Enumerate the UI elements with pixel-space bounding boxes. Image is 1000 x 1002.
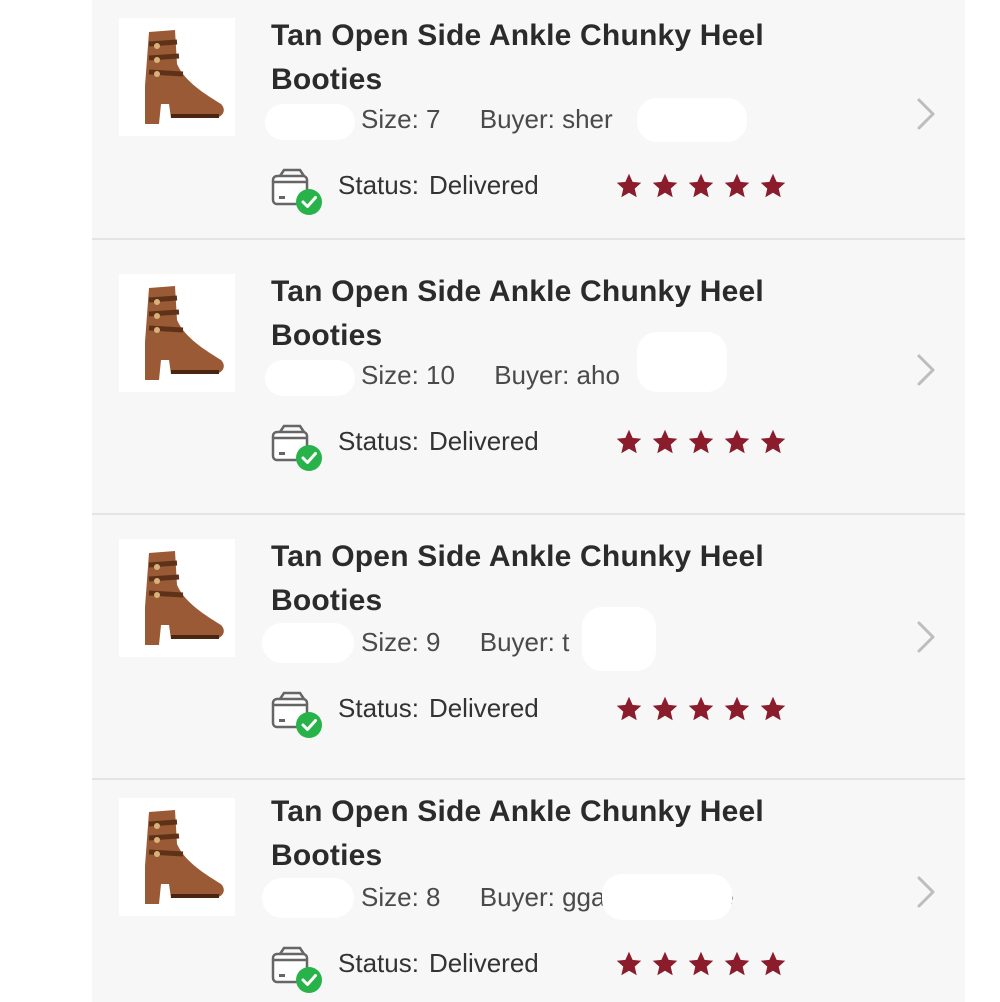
redaction-mark <box>637 332 727 392</box>
star-icon <box>652 429 678 454</box>
star-icon <box>688 173 714 198</box>
redaction-mark <box>262 878 354 918</box>
star-icon <box>724 696 750 721</box>
star-icon <box>760 429 786 454</box>
order-card[interactable]: Tan Open Side Ankle Chunky Heel Booties … <box>92 238 965 478</box>
delivered-box-icon <box>271 946 322 993</box>
bootie-image <box>145 551 224 645</box>
redaction-mark <box>602 874 732 920</box>
redaction-mark <box>265 360 355 396</box>
product-title[interactable]: Tan Open Side Ankle Chunky Heel Booties <box>271 270 871 358</box>
star-icon <box>760 173 786 198</box>
product-title[interactable]: Tan Open Side Ankle Chunky Heel Booties <box>271 790 871 878</box>
size-label: Size: 7 <box>361 104 441 134</box>
star-icon <box>616 429 642 454</box>
order-card[interactable]: Tan Open Side Ankle Chunky Heel Booties … <box>92 778 965 1002</box>
chevron-right-icon[interactable] <box>914 96 938 132</box>
size-label: Size: 9 <box>361 627 441 657</box>
redaction-mark <box>265 104 355 140</box>
rating-stars <box>615 172 795 200</box>
star-icon <box>688 696 714 721</box>
order-card[interactable]: Tan Open Side Ankle Chunky Heel Booties … <box>92 513 965 767</box>
rating-stars <box>615 950 795 978</box>
bootie-image <box>145 810 224 904</box>
star-icon <box>724 173 750 198</box>
delivered-box-icon <box>271 691 322 738</box>
rating-stars <box>615 695 795 723</box>
product-thumbnail[interactable] <box>119 798 235 916</box>
star-icon <box>724 951 750 976</box>
product-thumbnail[interactable] <box>119 18 235 136</box>
redaction-mark <box>637 98 747 142</box>
bootie-image <box>145 286 224 380</box>
status-text: Status: Delivered <box>338 170 539 200</box>
chevron-right-icon[interactable] <box>914 874 938 910</box>
size-label: Size: 8 <box>361 882 441 912</box>
star-icon <box>688 429 714 454</box>
delivered-box-icon <box>271 424 322 471</box>
star-icon <box>652 173 678 198</box>
product-title[interactable]: Tan Open Side Ankle Chunky Heel Booties <box>271 535 871 623</box>
bootie-image <box>145 30 224 124</box>
star-icon <box>760 696 786 721</box>
chevron-right-icon[interactable] <box>914 352 938 388</box>
delivered-box-icon <box>271 168 322 215</box>
star-icon <box>688 951 714 976</box>
status-text: Status: Delivered <box>338 426 539 456</box>
product-thumbnail[interactable] <box>119 539 235 657</box>
status-text: Status: Delivered <box>338 948 539 978</box>
product-thumbnail[interactable] <box>119 274 235 392</box>
product-title[interactable]: Tan Open Side Ankle Chunky Heel Booties <box>271 14 871 102</box>
order-card[interactable]: Tan Open Side Ankle Chunky Heel Booties … <box>92 0 965 238</box>
status-text: Status: Delivered <box>338 693 539 723</box>
star-icon <box>616 696 642 721</box>
redaction-mark <box>262 623 354 663</box>
redaction-mark <box>582 607 656 671</box>
star-icon <box>616 173 642 198</box>
size-label: Size: 10 <box>361 360 455 390</box>
chevron-right-icon[interactable] <box>914 619 938 655</box>
star-icon <box>652 696 678 721</box>
star-icon <box>652 951 678 976</box>
star-icon <box>760 951 786 976</box>
rating-stars <box>615 428 795 456</box>
star-icon <box>724 429 750 454</box>
star-icon <box>616 951 642 976</box>
